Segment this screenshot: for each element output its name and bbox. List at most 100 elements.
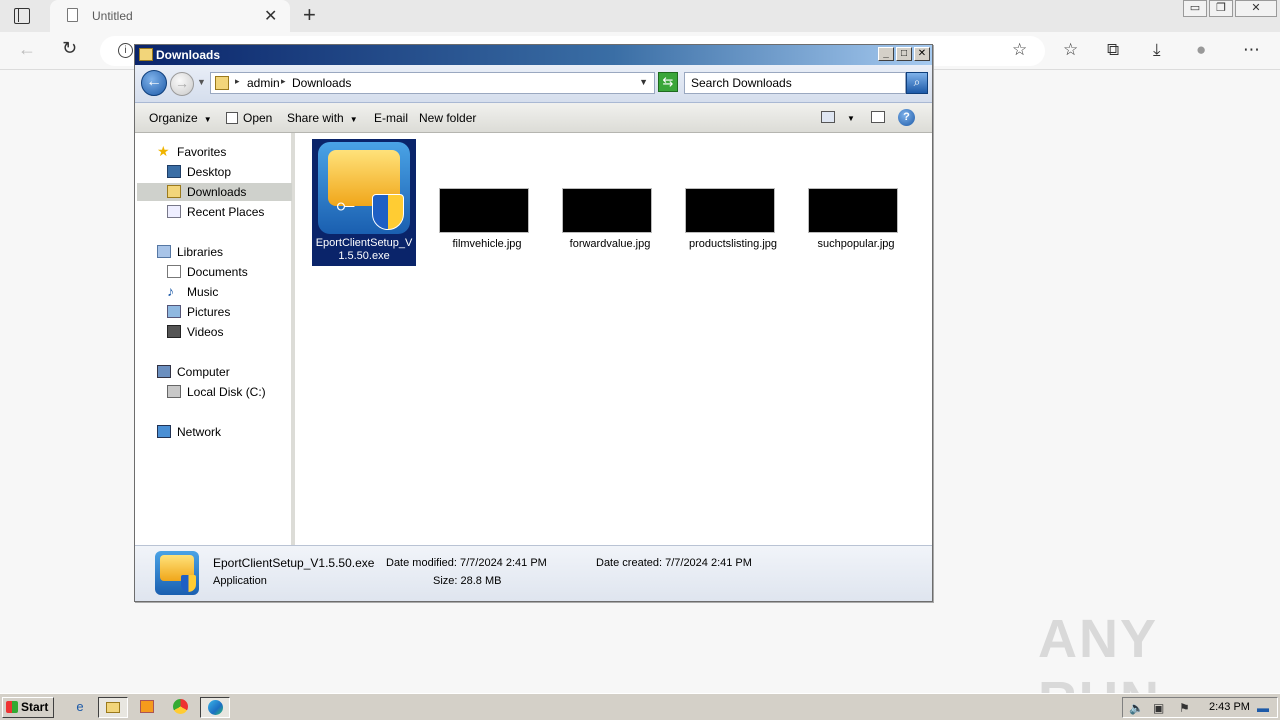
path-dropdown-icon[interactable]: ▼ [639, 77, 648, 87]
search-icon[interactable]: ⌕ [906, 72, 928, 94]
back-icon[interactable]: ← [18, 39, 36, 60]
nav-item-downloads[interactable]: Downloads [137, 183, 292, 201]
history-dropdown-icon[interactable]: ▼ [197, 77, 206, 87]
new-folder-button[interactable]: New folder [419, 111, 476, 125]
taskbar-explorer-icon[interactable] [98, 697, 128, 718]
email-button[interactable]: E-mail [374, 111, 408, 125]
back-button[interactable]: ← [141, 70, 167, 96]
downloads-icon[interactable]: ⤓ [1153, 40, 1161, 60]
explorer-navbar: ← → ▼ ▸ admin ▸ Downloads ▼ ⇆ Search Dow… [135, 65, 932, 103]
refresh-icon[interactable]: ↻ [62, 38, 77, 59]
nav-item-music[interactable]: ♪ Music [137, 283, 292, 301]
share-with-label: Share with [287, 111, 344, 125]
explorer-titlebar[interactable]: Downloads _ □ ✕ [135, 45, 932, 65]
details-file-name: EportClientSetup_V1.5.50.exe [213, 556, 375, 570]
change-view-icon[interactable] [821, 111, 835, 123]
open-button[interactable]: Open [226, 111, 272, 125]
details-date-modified: Date modified: 7/7/2024 2:41 PM [386, 557, 547, 569]
nav-item-videos[interactable]: Videos [137, 323, 292, 341]
nav-item-favorites[interactable]: ★ Favorites [135, 143, 290, 161]
show-desktop-icon[interactable]: ▬ [1257, 701, 1269, 715]
explorer-maximize-button[interactable]: □ [896, 47, 912, 61]
nav-item-local-disk[interactable]: Local Disk (C:) [137, 383, 292, 401]
file-item-jpg[interactable]: productslisting.jpg [681, 183, 785, 253]
network-tray-icon[interactable]: ▣ [1153, 701, 1164, 715]
more-menu-icon[interactable]: ⋯ [1243, 40, 1260, 60]
taskbar-edge-icon[interactable] [200, 697, 230, 718]
profile-avatar-icon[interactable]: ● [1196, 40, 1206, 60]
info-icon[interactable]: i [118, 43, 133, 58]
tab-actions-icon[interactable] [14, 8, 30, 24]
clock[interactable]: 2:43 PM [1209, 701, 1250, 713]
view-dropdown-icon[interactable]: ▼ [847, 114, 855, 123]
installer-icon [155, 551, 199, 595]
explorer-close-button[interactable]: ✕ [914, 47, 930, 61]
details-file-type: Application [213, 575, 267, 587]
chevron-right-icon[interactable]: ▸ [281, 76, 286, 87]
chevron-right-icon[interactable]: ▸ [235, 76, 240, 87]
search-placeholder: Search Downloads [691, 76, 792, 90]
close-button[interactable]: ✕ [1235, 0, 1277, 17]
nav-label: Local Disk (C:) [187, 385, 266, 399]
flag-icon[interactable]: ⚑ [1179, 701, 1190, 715]
file-name: suchpopular.jpg [817, 238, 895, 250]
minimize-button[interactable]: ▭ [1183, 0, 1207, 17]
explorer-minimize-button[interactable]: _ [878, 47, 894, 61]
image-thumbnail [439, 188, 529, 233]
search-input[interactable]: Search Downloads [684, 72, 906, 94]
installer-icon: ⟜ [318, 142, 410, 234]
details-date-created: Date created: 7/7/2024 2:41 PM [596, 557, 752, 569]
nav-label: Downloads [187, 185, 247, 199]
restore-button[interactable]: ❐ [1209, 0, 1233, 17]
preview-pane-icon[interactable] [871, 111, 885, 123]
folder-icon [215, 76, 229, 90]
file-item-exe[interactable]: ⟜ EportClientSetup_V 1.5.50.exe [312, 139, 416, 266]
nav-item-pictures[interactable]: Pictures [137, 303, 292, 321]
nav-label: Videos [187, 325, 224, 339]
image-thumbnail [808, 188, 898, 233]
file-item-jpg[interactable]: filmvehicle.jpg [435, 183, 539, 253]
nav-item-network[interactable]: Network [135, 423, 290, 441]
command-bar: Organize ▼ Open Share with ▼ E-mail New fo… [135, 103, 932, 133]
nav-label: Network [177, 425, 222, 439]
documents-icon [167, 265, 181, 278]
volume-icon[interactable]: 🔈 [1129, 701, 1144, 715]
refresh-button[interactable]: ⇆ [658, 72, 678, 92]
start-button[interactable]: Start [2, 697, 54, 718]
nav-item-documents[interactable]: Documents [137, 263, 292, 281]
explorer-window-buttons: _ □ ✕ [876, 47, 930, 61]
nav-label: Desktop [187, 165, 232, 179]
breadcrumb-admin[interactable]: admin [247, 76, 280, 90]
breadcrumb-downloads[interactable]: Downloads [292, 76, 351, 90]
share-with-button[interactable]: Share with ▼ [287, 111, 358, 125]
file-list-pane: ⟜ EportClientSetup_V 1.5.50.exe filmvehi… [299, 133, 932, 545]
nav-item-libraries[interactable]: Libraries [135, 243, 290, 261]
file-item-jpg[interactable]: forwardvalue.jpg [558, 183, 662, 253]
taskbar-media-player-icon[interactable] [135, 697, 159, 718]
collections-icon[interactable]: ⧉ [1107, 40, 1119, 60]
new-tab-button[interactable]: + [303, 2, 316, 28]
organize-button[interactable]: Organize ▼ [149, 111, 212, 125]
system-tray: 🔈 ▣ ⚑ 2:43 PM ▬ [1122, 697, 1278, 718]
taskbar-chrome-icon[interactable] [168, 697, 192, 718]
nav-item-recent-places[interactable]: Recent Places [137, 203, 292, 221]
nav-item-computer[interactable]: Computer [135, 363, 290, 381]
downloads-folder-icon [167, 185, 181, 198]
file-item-jpg[interactable]: suchpopular.jpg [804, 183, 908, 253]
address-path[interactable]: ▸ admin ▸ Downloads ▼ [210, 72, 655, 94]
file-name: forwardvalue.jpg [569, 238, 651, 250]
taskbar-ie-icon[interactable]: e [68, 697, 92, 718]
browser-tab[interactable]: Untitled ✕ [50, 0, 290, 32]
forward-button[interactable]: → [170, 72, 194, 96]
favorites-icon[interactable]: ☆ [1063, 40, 1078, 60]
disk-icon [167, 385, 181, 398]
nav-item-desktop[interactable]: Desktop [137, 163, 292, 181]
nav-label: Recent Places [187, 205, 265, 219]
tab-close-icon[interactable]: ✕ [264, 6, 277, 26]
help-icon[interactable]: ? [898, 109, 915, 126]
music-icon: ♪ [167, 283, 174, 299]
open-icon [226, 112, 238, 124]
add-favorite-icon[interactable]: ☆ [1012, 40, 1027, 60]
organize-label: Organize [149, 111, 198, 125]
nav-label: Computer [177, 365, 230, 379]
